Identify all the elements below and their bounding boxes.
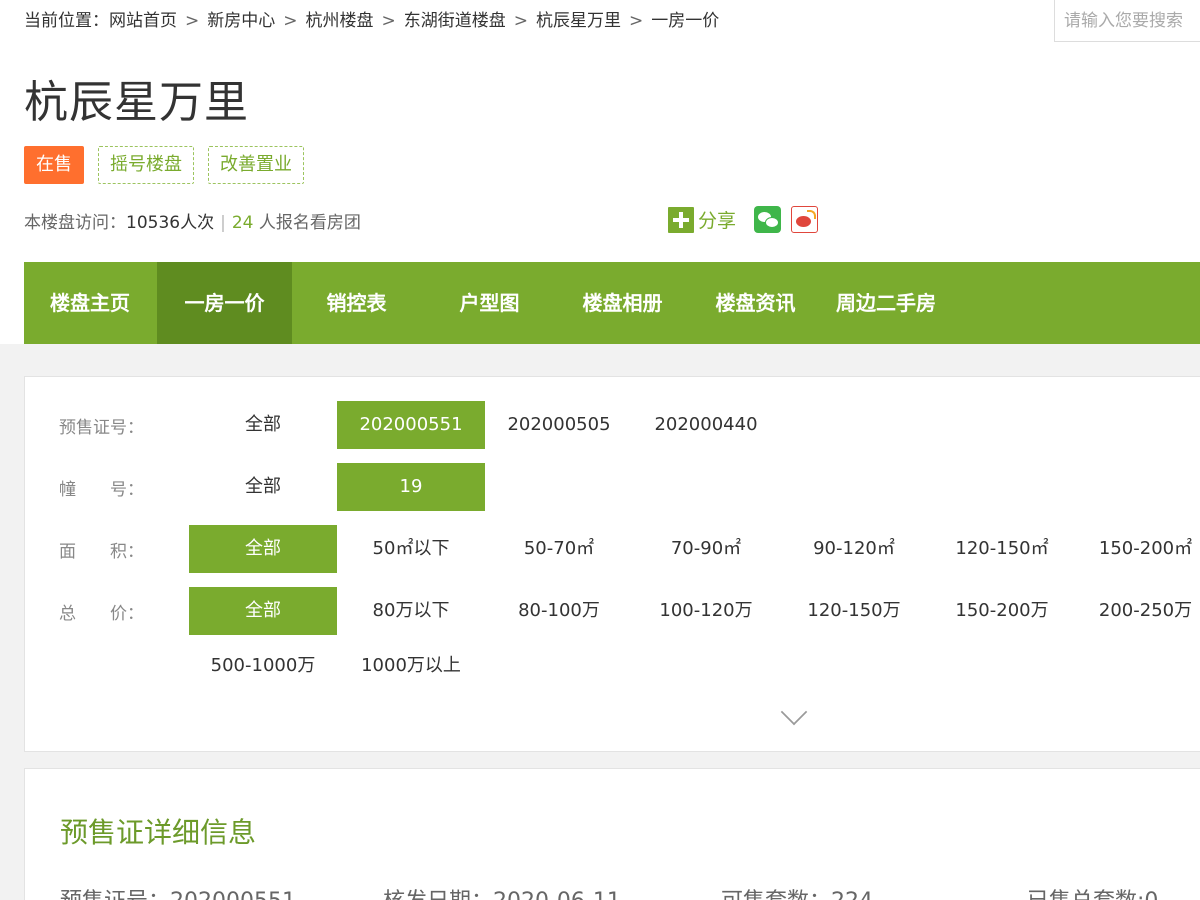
signup-text[interactable]: 人报名看房团 xyxy=(259,213,361,233)
feature-tag-lottery[interactable]: 摇号楼盘 xyxy=(98,146,194,184)
breadcrumb-separator: > xyxy=(283,11,298,31)
status-badge: 在售 xyxy=(24,146,84,184)
breadcrumb-current: 一房一价 xyxy=(651,11,720,31)
permit-issue-date: 核发日期：2020-06-11 xyxy=(383,883,621,900)
nav-item-price-list[interactable]: 一房一价 xyxy=(157,262,292,344)
breadcrumb-project-link[interactable]: 杭辰星万里 xyxy=(536,11,621,31)
visit-separator: | xyxy=(220,213,226,233)
search-box xyxy=(1054,0,1200,42)
filter-area-all[interactable]: 全部 xyxy=(189,525,337,573)
permit-detail-panel: 预售证详细信息 预售证号：202000551 核发日期：2020-06-11 可… xyxy=(24,768,1200,900)
filter-permit-option[interactable]: 202000440 xyxy=(632,401,780,449)
filter-permit-option[interactable]: 202000505 xyxy=(485,401,633,449)
page-title: 杭辰星万里 xyxy=(24,77,249,128)
filter-building-option[interactable]: 19 xyxy=(337,463,485,511)
page-header: 当前位置：网站首页 > 新房中心 > 杭州楼盘 > 东湖街道楼盘 > 杭辰星万里 > 一房一价 杭辰… xyxy=(0,0,1200,262)
share-label[interactable]: 分享 xyxy=(698,206,736,233)
filter-area-option[interactable]: 50㎡以下 xyxy=(337,525,485,573)
main-nav: 楼盘主页 一房一价 销控表 户型图 楼盘相册 楼盘资讯 周边二手房 xyxy=(24,262,1200,344)
filter-label-permit: 预售证号： xyxy=(59,418,144,438)
nav-item-home[interactable]: 楼盘主页 xyxy=(24,262,156,344)
search-input[interactable] xyxy=(1055,0,1200,41)
nav-item-sales-table[interactable]: 销控表 xyxy=(290,262,423,344)
feature-tag-upgrade[interactable]: 改善置业 xyxy=(208,146,304,184)
permit-available-units: 可售套数：224 xyxy=(721,883,873,900)
filter-label-building: 幢 号： xyxy=(59,480,144,500)
permit-sold-units: 已售总套数:0 xyxy=(1027,883,1158,900)
nav-item-album[interactable]: 楼盘相册 xyxy=(556,262,689,344)
filter-label-area: 面 积： xyxy=(59,542,144,562)
filter-permit-option[interactable]: 202000551 xyxy=(337,401,485,449)
nav-item-floorplans[interactable]: 户型图 xyxy=(423,262,556,344)
filter-price-option[interactable]: 1000万以上 xyxy=(337,642,485,690)
breadcrumb-prefix: 当前位置： xyxy=(24,11,109,31)
breadcrumb-newhouse-link[interactable]: 新房中心 xyxy=(207,11,275,31)
breadcrumb-separator: > xyxy=(381,11,396,31)
filter-price-option[interactable]: 80万以下 xyxy=(337,587,485,635)
filter-area-option[interactable]: 120-150㎡ xyxy=(928,525,1076,573)
visit-count: 10536人次 xyxy=(126,213,215,233)
breadcrumb-home-link[interactable]: 网站首页 xyxy=(109,11,177,31)
filter-area-option[interactable]: 70-90㎡ xyxy=(632,525,780,573)
breadcrumb-separator: > xyxy=(513,11,528,31)
permit-number: 预售证号：202000551 xyxy=(60,883,296,900)
visit-label: 本楼盘访问： xyxy=(24,213,126,233)
filter-permit-all[interactable]: 全部 xyxy=(189,401,337,449)
filter-building-all[interactable]: 全部 xyxy=(189,463,337,511)
permit-detail-title: 预售证详细信息 xyxy=(60,816,257,849)
nav-item-second-hand[interactable]: 周边二手房 xyxy=(822,262,950,344)
filter-price-option[interactable]: 500-1000万 xyxy=(189,642,337,690)
filter-area-option[interactable]: 150-200㎡ xyxy=(1076,525,1200,573)
filter-price-option[interactable]: 120-150万 xyxy=(780,587,928,635)
filter-price-option[interactable]: 100-120万 xyxy=(632,587,780,635)
share-bar: 分享 xyxy=(668,206,819,233)
expand-chevron-down-icon[interactable] xyxy=(780,698,808,726)
filter-price-option[interactable]: 150-200万 xyxy=(928,587,1076,635)
signup-count: 24 xyxy=(231,213,254,233)
share-plus-icon[interactable] xyxy=(668,206,694,233)
tag-list: 在售 摇号楼盘 改善置业 xyxy=(24,146,304,184)
filter-area-option[interactable]: 50-70㎡ xyxy=(485,525,633,573)
filter-label-price: 总 价： xyxy=(59,604,144,624)
wechat-icon[interactable] xyxy=(754,206,782,233)
breadcrumb-separator: > xyxy=(185,11,200,31)
filter-price-all[interactable]: 全部 xyxy=(189,587,337,635)
filter-price-option[interactable]: 200-250万 xyxy=(1076,587,1200,635)
breadcrumb: 当前位置：网站首页 > 新房中心 > 杭州楼盘 > 东湖街道楼盘 > 杭辰星万里 > 一房一价 xyxy=(24,6,719,31)
breadcrumb-separator: > xyxy=(629,11,644,31)
filter-area-option[interactable]: 90-120㎡ xyxy=(780,525,928,573)
weibo-icon[interactable] xyxy=(791,206,819,233)
nav-item-news[interactable]: 楼盘资讯 xyxy=(689,262,822,344)
breadcrumb-city-link[interactable]: 杭州楼盘 xyxy=(306,11,374,31)
filter-price-option[interactable]: 80-100万 xyxy=(485,587,633,635)
visit-stats: 本楼盘访问：10536人次 | 24 人报名看房团 xyxy=(24,208,361,233)
filter-panel: 预售证号： 全部 202000551 202000505 202000440 幢… xyxy=(24,376,1200,752)
breadcrumb-district-link[interactable]: 东湖街道楼盘 xyxy=(404,11,506,31)
